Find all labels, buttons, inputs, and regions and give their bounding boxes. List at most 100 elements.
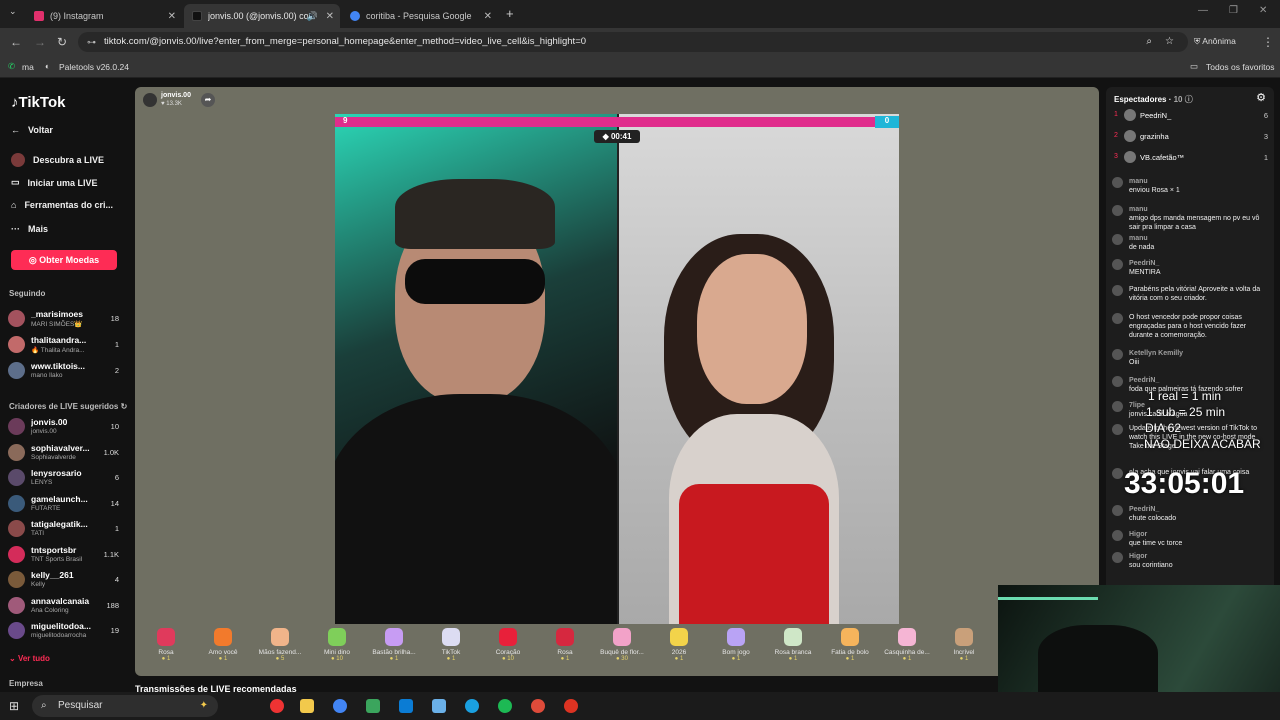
gift-icon — [784, 628, 802, 646]
tab-google[interactable]: coritiba - Pesquisa Google ✕ — [342, 4, 498, 28]
suggested-item[interactable]: sophiavalver... Sophiavalverde 1.0K — [8, 442, 123, 464]
following-item[interactable]: www.tiktois... mano llako 2 — [8, 360, 123, 382]
back-link[interactable]: ← Voltar — [11, 125, 53, 135]
bookmark-ma[interactable]: ma — [22, 62, 34, 72]
gift-item[interactable]: Rosa ● 1 — [537, 628, 593, 662]
gift-item[interactable]: Incrível ● 1 — [936, 628, 992, 662]
gift-item[interactable]: TikTok ● 1 — [423, 628, 479, 662]
tiktok-logo[interactable]: ♪TikTok — [11, 94, 65, 111]
gift-item[interactable]: Casquinha de... ● 1 — [879, 628, 935, 662]
minimize-icon[interactable]: — — [1198, 5, 1208, 16]
avatar — [1112, 468, 1123, 479]
suggested-item[interactable]: tatigalegatik... TATI 1 — [8, 518, 123, 540]
chat-text: MENTIRA — [1129, 269, 1161, 276]
nav-discover-live[interactable]: Descubra a LIVE — [11, 153, 104, 167]
chat-username[interactable]: Ketellyn Kemilly — [1129, 349, 1270, 358]
audio-icon[interactable]: 🔊 — [307, 11, 318, 22]
nav-start-live[interactable]: ▭ Iniciar uma LIVE — [11, 177, 98, 188]
spotify-icon[interactable] — [498, 699, 512, 713]
url-input[interactable]: ⊶ tiktok.com/@jonvis.00/live?enter_from_… — [78, 32, 1188, 52]
suggested-item[interactable]: tntsportsbr TNT Sports Brasil 1.1K — [8, 544, 123, 566]
gift-item[interactable]: Buquê de flor... ● 30 — [594, 628, 650, 662]
new-tab-icon[interactable]: + — [506, 6, 514, 21]
close-tab-icon[interactable]: ✕ — [484, 11, 492, 22]
gift-price: ● 1 — [822, 656, 878, 662]
app-icon-2[interactable] — [366, 699, 380, 713]
app-icon-3[interactable] — [432, 699, 446, 713]
bookmark-paletools[interactable]: Paletools v26.0.24 — [59, 62, 129, 72]
reload-icon[interactable]: ↻ — [57, 35, 67, 49]
pk-battle-video[interactable]: 9 0 ◆ 00:41 — [335, 114, 899, 624]
google-icon — [350, 11, 360, 21]
suggested-item[interactable]: annavalcanaia Ana Coloring 188 — [8, 595, 123, 617]
gift-price-value: 1 — [223, 656, 228, 662]
company-heading[interactable]: Empresa — [9, 679, 43, 688]
incognito-badge[interactable]: ⛨ Anônima — [1194, 36, 1236, 47]
tab-tiktok[interactable]: jonvis.00 (@jonvis.00) com 🔊 ✕ — [184, 4, 340, 28]
file-explorer-icon[interactable] — [300, 699, 314, 713]
store-icon[interactable] — [399, 699, 413, 713]
nav-more[interactable]: ··· Mais — [11, 224, 48, 234]
gift-item[interactable]: Amo você ● 1 — [195, 628, 251, 662]
suggested-title: Criadores de LIVE sugeridos — [9, 402, 119, 411]
close-tab-icon[interactable]: ✕ — [326, 11, 334, 22]
star-icon[interactable]: ☆ — [1165, 32, 1174, 52]
suggested-item[interactable]: jonvis.00 jonvis.00 10 — [8, 416, 123, 438]
gift-item[interactable]: Fatia de bolo ● 1 — [822, 628, 878, 662]
gift-item[interactable]: Bastão brilha... ● 1 — [366, 628, 422, 662]
suggested-item[interactable]: kelly__261 Kelly 4 — [8, 569, 123, 591]
info-icon[interactable]: ⓘ — [1185, 95, 1193, 104]
suggested-item[interactable]: gamelaunch... FUTARTE 14 — [8, 493, 123, 515]
chrome-profile-icon[interactable] — [531, 699, 545, 713]
tab-list-icon[interactable]: ⌄ — [9, 6, 17, 17]
windows-start-icon[interactable]: ⊞ — [9, 699, 19, 713]
chat-username[interactable]: PeedriN_ — [1129, 259, 1270, 268]
site-info-icon[interactable]: ⊶ — [87, 32, 96, 52]
gift-price-value: 1 — [964, 656, 969, 662]
zoom-icon[interactable]: ⌕ — [1146, 32, 1152, 52]
close-tab-icon[interactable]: ✕ — [168, 11, 176, 22]
forward-icon[interactable]: → — [34, 35, 46, 49]
chat-username[interactable]: Higor — [1129, 552, 1270, 561]
settings-icon[interactable]: ⚙ — [1256, 91, 1266, 104]
edge-icon[interactable] — [465, 699, 479, 713]
gift-item[interactable]: Rosa ● 1 — [138, 628, 194, 662]
obs-icon[interactable] — [564, 699, 578, 713]
chat-username[interactable]: PeedriN_ — [1129, 505, 1270, 514]
gift-item[interactable]: Bom jogo ● 1 — [708, 628, 764, 662]
top-viewer[interactable]: 2 grazinha 3 — [1112, 130, 1268, 146]
refresh-icon[interactable]: ↻ — [121, 402, 128, 411]
app-icon-1[interactable] — [270, 699, 284, 713]
chat-username[interactable]: PeedriN_ — [1129, 376, 1270, 385]
nav-creator-tools[interactable]: ⌂ Ferramentas do cri... — [11, 200, 113, 210]
instagram-icon — [34, 11, 44, 21]
chat-username[interactable]: Higor — [1129, 530, 1270, 539]
chat-username[interactable]: manu — [1129, 205, 1270, 214]
tab-instagram[interactable]: (9) Instagram ✕ — [26, 4, 182, 28]
maximize-icon[interactable]: ❐ — [1229, 5, 1238, 16]
taskbar-search[interactable]: ⌕ Pesquisar ✦ — [32, 695, 218, 717]
chat-username[interactable]: manu — [1129, 234, 1270, 243]
gift-item[interactable]: Mini dino ● 10 — [309, 628, 365, 662]
account-sub: TNT Sports Brasil — [31, 555, 83, 563]
suggested-item[interactable]: lenysrosario LENYS 6 — [8, 467, 123, 489]
gift-item[interactable]: Coração ● 10 — [480, 628, 536, 662]
all-bookmarks[interactable]: Todos os favoritos — [1206, 62, 1275, 72]
top-viewer[interactable]: 1 PeedriN_ 6 — [1112, 109, 1268, 125]
suggested-item[interactable]: miguelitodoa... miguelitodoarrocha 19 — [8, 620, 123, 642]
gift-item[interactable]: Rosa branca ● 1 — [765, 628, 821, 662]
gift-item[interactable]: 2026 ● 1 — [651, 628, 707, 662]
menu-icon[interactable]: ⋮ — [1262, 35, 1274, 49]
chrome-icon[interactable] — [333, 699, 347, 713]
share-icon[interactable]: ➦ — [201, 93, 215, 107]
following-item[interactable]: thalitaandra... 🔥 Thalita Andra... 1 — [8, 334, 123, 356]
top-viewer[interactable]: 3 VB.cafetão™ 1 — [1112, 151, 1268, 167]
get-coins-button[interactable]: ◎ Obter Moedas — [11, 250, 117, 270]
gift-item[interactable]: Mãos fazend... ● 5 — [252, 628, 308, 662]
back-icon[interactable]: ← — [10, 35, 22, 49]
account-sub: miguelitodoarrocha — [31, 632, 87, 639]
close-window-icon[interactable]: ✕ — [1259, 5, 1267, 16]
see-all-link[interactable]: ⌄ Ver tudo — [9, 654, 50, 663]
following-item[interactable]: _marisimoes MARI SIMÕES👑 18 — [8, 308, 123, 330]
chat-username[interactable]: manu — [1129, 177, 1270, 186]
